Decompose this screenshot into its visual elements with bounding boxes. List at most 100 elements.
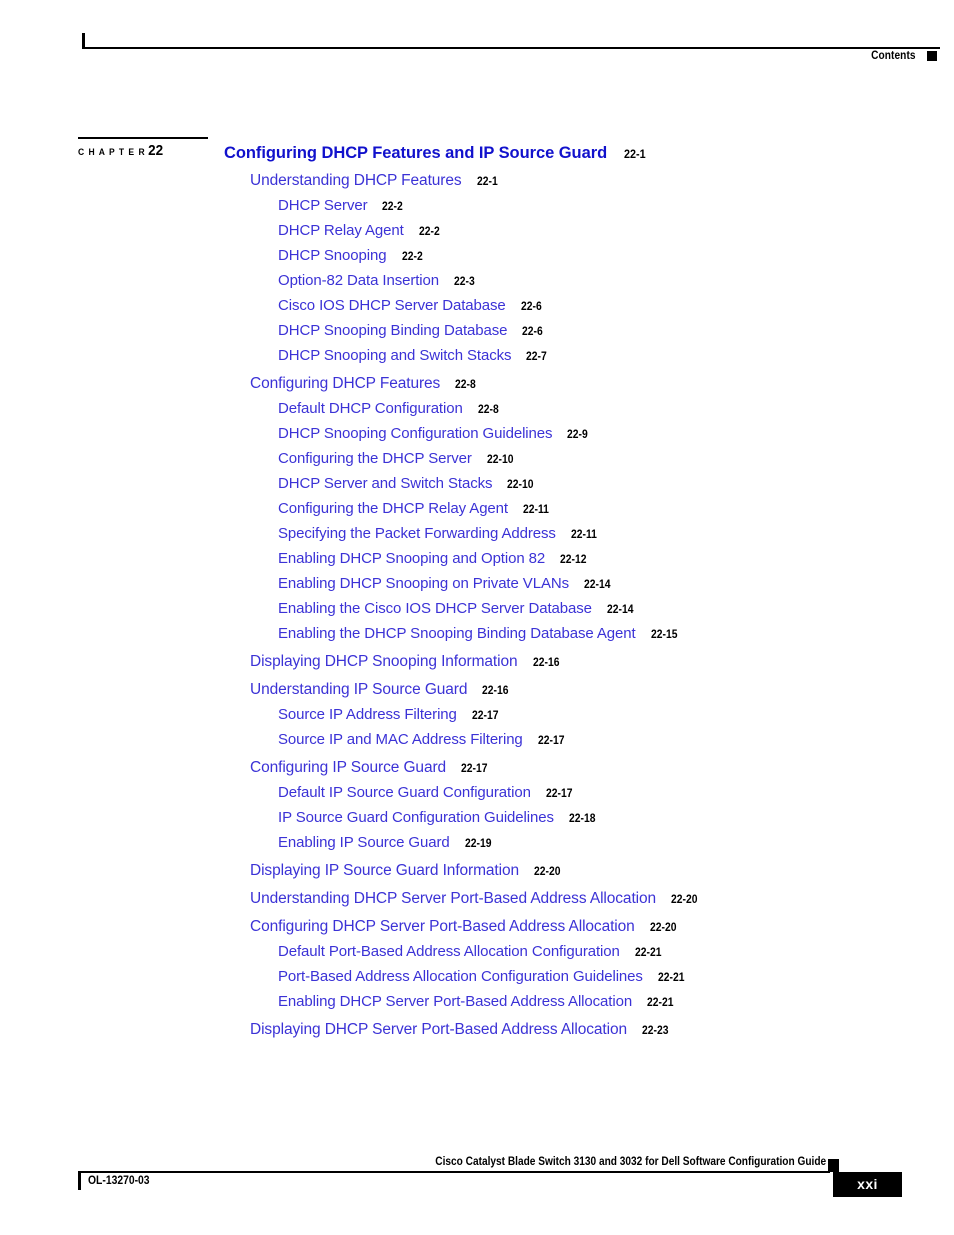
toc-entry-page-number: 22-11 [570,529,597,541]
toc-entry-page-number: 22-6 [522,326,544,338]
toc-entry-page-number: 22-2 [401,251,423,263]
toc-entry[interactable]: Source IP and MAC Address Filtering 22-17 [0,727,954,752]
toc-entry-title[interactable]: Enabling the DHCP Snooping Binding Datab… [278,621,636,646]
toc-entry[interactable]: Default DHCP Configuration 22-8 [0,396,954,421]
toc-entry[interactable]: Source IP Address Filtering 22-17 [0,702,954,727]
header-rule [82,47,940,49]
toc-entry[interactable]: Understanding DHCP Server Port-Based Add… [0,886,954,911]
document-page: Contents C H A P T E R 22 Configuring DH… [0,0,954,1235]
toc-entry[interactable]: DHCP Snooping and Switch Stacks 22-7 [0,343,954,368]
toc-entry-page-number: 22-11 [523,504,549,516]
toc-chapter-entry[interactable]: Configuring DHCP Features and IP Source … [0,138,954,168]
toc-entry[interactable]: Option-82 Data Insertion 22-3 [0,268,954,293]
toc-entry-title[interactable]: DHCP Server [278,193,368,218]
toc-entry[interactable]: Specifying the Packet Forwarding Address… [0,521,954,546]
toc-entry-title[interactable]: Displaying DHCP Snooping Information [250,649,518,674]
toc-entry[interactable]: Displaying IP Source Guard Information 22… [0,858,954,883]
toc-entry-page-number: 22-21 [634,947,662,959]
toc-entry[interactable]: Enabling the Cisco IOS DHCP Server Datab… [0,596,954,621]
toc-entry-title[interactable]: Configuring IP Source Guard [250,755,446,780]
toc-entry-page-number: 22-6 [520,301,542,313]
toc-entry[interactable]: Configuring IP Source Guard 22-17 [0,755,954,780]
toc-entry-title[interactable]: Source IP and MAC Address Filtering [278,727,523,752]
toc-entry[interactable]: DHCP Relay Agent 22-2 [0,218,954,243]
footer-corner-tick [78,1173,81,1190]
toc-entry-title[interactable]: Configuring DHCP Features [250,371,440,396]
toc-entry[interactable]: Enabling DHCP Server Port-Based Address … [0,989,954,1014]
toc-entry-title[interactable]: IP Source Guard Configuration Guidelines [278,805,554,830]
toc-entry-title[interactable]: DHCP Snooping Binding Database [278,318,507,343]
toc-entry-title[interactable]: Configuring DHCP Features and IP Source … [224,138,607,168]
toc-entry[interactable]: Default Port-Based Address Allocation Co… [0,939,954,964]
toc-entry[interactable]: Understanding IP Source Guard 22-16 [0,677,954,702]
toc-entry[interactable]: Displaying DHCP Server Port-Based Addres… [0,1017,954,1042]
toc-entry-title[interactable]: Enabling DHCP Server Port-Based Address … [278,989,632,1014]
toc-entry-title[interactable]: Understanding DHCP Features [250,168,462,193]
toc-entry-page-number: 22-15 [650,629,678,641]
toc-entry[interactable]: Configuring the DHCP Relay Agent 22-11 [0,496,954,521]
toc-entry-title[interactable]: Default Port-Based Address Allocation Co… [278,939,620,964]
toc-entry-title[interactable]: DHCP Snooping and Switch Stacks [278,343,512,368]
toc-entry-page-number: 22-7 [526,351,548,363]
toc-entry-title[interactable]: Enabling DHCP Snooping on Private VLANs [278,571,569,596]
toc-entry-title[interactable]: Displaying DHCP Server Port-Based Addres… [250,1017,627,1042]
toc-entry[interactable]: Enabling DHCP Snooping and Option 82 22-1… [0,546,954,571]
toc-entry-page-number: 22-10 [486,454,514,466]
toc-entry-title[interactable]: Configuring the DHCP Server [278,446,472,471]
toc-entry-title[interactable]: DHCP Server and Switch Stacks [278,471,493,496]
toc-entry-page-number: 22-20 [671,894,698,906]
toc-entry-title[interactable]: Configuring the DHCP Relay Agent [278,496,508,521]
toc-entry[interactable]: Cisco IOS DHCP Server Database 22-6 [0,293,954,318]
toc-entry-title[interactable]: Enabling IP Source Guard [278,830,450,855]
toc-entry-page-number: 22-16 [532,657,559,669]
toc-entry[interactable]: Port-Based Address Allocation Configurat… [0,964,954,989]
black-square-marker-icon [927,51,937,61]
toc-entry-title[interactable]: Enabling DHCP Snooping and Option 82 [278,546,545,571]
toc-entry-title[interactable]: Enabling the Cisco IOS DHCP Server Datab… [278,596,592,621]
toc-entry-page-number: 22-20 [649,922,677,934]
toc-entry-title[interactable]: Understanding DHCP Server Port-Based Add… [250,886,656,911]
toc-entry-page-number: 22-8 [455,379,476,391]
toc-entry-title[interactable]: Displaying IP Source Guard Information [250,858,519,883]
toc-entry-title[interactable]: DHCP Relay Agent [278,218,404,243]
toc-entry-page-number: 22-12 [560,554,587,566]
toc-entry[interactable]: DHCP Snooping Configuration Guidelines 22… [0,421,954,446]
toc-entry-title[interactable]: Cisco IOS DHCP Server Database [278,293,506,318]
toc-entry-page-number: 22-1 [624,147,646,161]
toc-entry[interactable]: Enabling the DHCP Snooping Binding Datab… [0,621,954,646]
toc-entry-title[interactable]: DHCP Snooping [278,243,387,268]
toc-entry[interactable]: Default IP Source Guard Configuration 22-… [0,780,954,805]
toc-entry[interactable]: Enabling DHCP Snooping on Private VLANs 2… [0,571,954,596]
toc-entry[interactable]: IP Source Guard Configuration Guidelines… [0,805,954,830]
toc-entry-title[interactable]: Default DHCP Configuration [278,396,463,421]
toc-entry-page-number: 22-16 [482,685,509,697]
toc-entry[interactable]: Displaying DHCP Snooping Information 22-1… [0,649,954,674]
toc-entry-title[interactable]: Source IP Address Filtering [278,702,457,727]
toc-entry-page-number: 22-10 [507,479,534,491]
toc-entry-title[interactable]: Default IP Source Guard Configuration [278,780,531,805]
toc-entry-title[interactable]: DHCP Snooping Configuration Guidelines [278,421,553,446]
toc-entry-page-number: 22-14 [584,579,611,591]
toc-entry[interactable]: Configuring DHCP Features 22-8 [0,371,954,396]
toc-entry-page-number: 22-17 [461,763,488,775]
toc-entry-title[interactable]: Option-82 Data Insertion [278,268,439,293]
toc-entry[interactable]: Understanding DHCP Features 22-1 [0,168,954,193]
footer-guide-title: Cisco Catalyst Blade Switch 3130 and 303… [0,1156,826,1168]
toc-entry[interactable]: DHCP Server and Switch Stacks 22-10 [0,471,954,496]
toc-entry-title[interactable]: Port-Based Address Allocation Configurat… [278,964,643,989]
toc-entry[interactable]: Configuring DHCP Server Port-Based Addre… [0,914,954,939]
toc-entry-page-number: 22-18 [568,813,596,825]
toc-entry-page-number: 22-1 [476,176,498,188]
footer-guide-title-text: Cisco Catalyst Blade Switch 3130 and 303… [435,1156,826,1168]
toc-entry[interactable]: DHCP Snooping 22-2 [0,243,954,268]
toc-entry-page-number: 22-17 [545,788,573,800]
toc-entry[interactable]: Enabling IP Source Guard 22-19 [0,830,954,855]
toc-entry-page-number: 22-2 [382,201,404,213]
toc-entry-title[interactable]: Configuring DHCP Server Port-Based Addre… [250,914,635,939]
toc-entry-title[interactable]: Specifying the Packet Forwarding Address [278,521,556,546]
toc-entry-title[interactable]: Understanding IP Source Guard [250,677,468,702]
toc-entry[interactable]: DHCP Snooping Binding Database 22-6 [0,318,954,343]
toc-entry[interactable]: DHCP Server 22-2 [0,193,954,218]
header-title: Contents [871,50,916,62]
toc-entry[interactable]: Configuring the DHCP Server 22-10 [0,446,954,471]
